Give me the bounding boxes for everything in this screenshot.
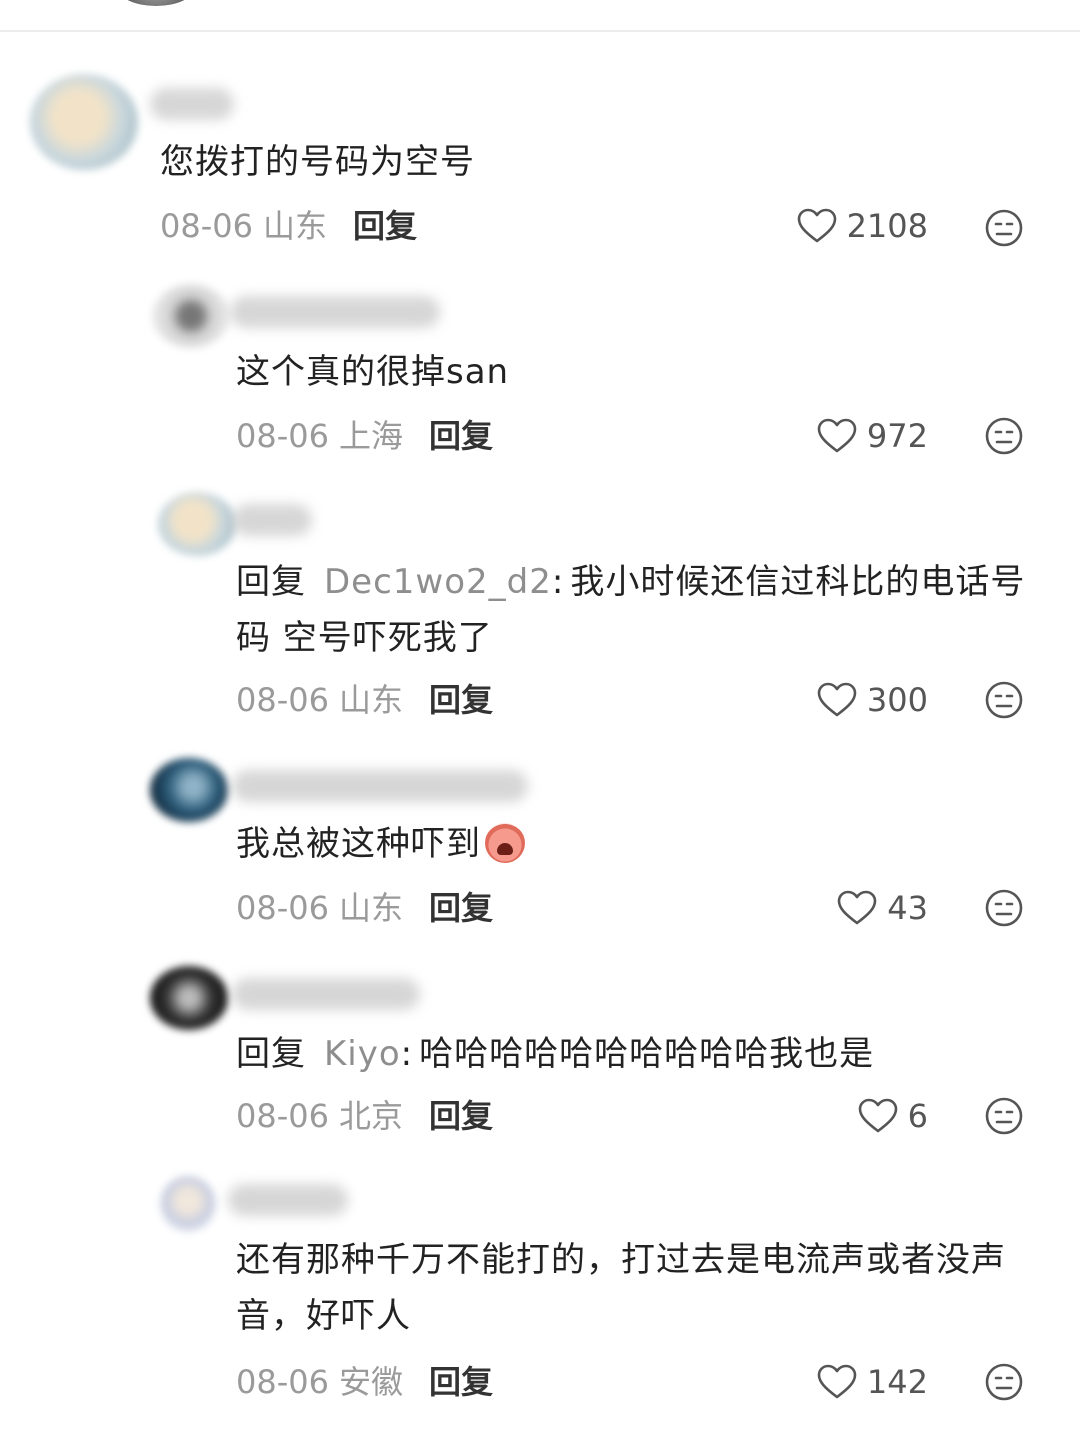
comment-text: 我总被这种吓到 — [236, 816, 525, 872]
comment-region: 上海 — [338, 417, 403, 455]
scared-face-emoji-icon — [485, 823, 525, 863]
comment-text-body: 哈哈哈哈哈哈哈哈哈哈我也是 — [419, 1034, 875, 1074]
like-button[interactable]: 300 — [817, 678, 928, 722]
dislike-face-icon[interactable] — [984, 208, 1024, 248]
reply-prefix: 回复 — [236, 1034, 306, 1074]
comment-text: 回复 Dec1wo2_d2: 我小时候还信过科比的电话号 — [236, 554, 1056, 610]
avatar[interactable] — [150, 966, 228, 1030]
comment-text-body: 我总被这种吓到 — [236, 824, 481, 864]
comment-region: 山东 — [338, 889, 403, 927]
username[interactable] — [232, 978, 420, 1010]
reply-button[interactable]: 回复 — [429, 1094, 493, 1138]
like-count: 43 — [887, 889, 928, 927]
reply-button[interactable]: 回复 — [429, 1360, 493, 1404]
avatar[interactable] — [158, 492, 236, 556]
comment-text: 这个真的很掉san — [236, 352, 510, 392]
dislike-face-icon[interactable] — [984, 416, 1024, 456]
reply-colon: : — [551, 562, 565, 602]
top-divider — [0, 30, 1080, 32]
comment-region: 北京 — [338, 1097, 403, 1135]
heart-icon — [858, 1098, 897, 1133]
username[interactable] — [150, 88, 234, 120]
comment-region: 山东 — [262, 207, 327, 245]
username[interactable] — [232, 504, 312, 536]
reply-button[interactable]: 回复 — [429, 886, 493, 930]
username[interactable] — [230, 296, 440, 328]
reply-button[interactable]: 回复 — [353, 204, 417, 248]
dislike-face-icon[interactable] — [984, 1362, 1024, 1402]
reply-prefix: 回复 — [236, 562, 306, 602]
comment-text: 回复 Kiyo: 哈哈哈哈哈哈哈哈哈哈我也是 — [236, 1026, 874, 1082]
heart-icon — [837, 890, 877, 925]
comment-meta: 08-06 上海 回复 — [236, 414, 493, 458]
like-count: 6 — [907, 1097, 928, 1135]
heart-icon — [817, 418, 857, 453]
like-button[interactable]: 142 — [817, 1360, 928, 1404]
like-button[interactable]: 2108 — [797, 204, 928, 248]
like-count: 2108 — [846, 207, 928, 245]
like-count: 972 — [866, 417, 928, 455]
comment-date: 08-06 — [236, 1097, 329, 1135]
top-avatar — [118, 0, 194, 6]
comment-meta: 08-06 山东 回复 — [236, 678, 493, 722]
comment-region: 安徽 — [338, 1363, 403, 1401]
comment-meta: 08-06 北京 回复 — [236, 1094, 493, 1138]
like-count: 142 — [866, 1363, 928, 1401]
comment-meta: 08-06 山东 回复 — [160, 204, 417, 248]
comment-text: 您拨打的号码为空号 — [160, 142, 475, 182]
dislike-face-icon[interactable] — [984, 1096, 1024, 1136]
heart-icon — [817, 1364, 857, 1399]
comment-text: 还有那种千万不能打的，打过去是电流声或者没声 — [236, 1240, 1006, 1280]
comment-meta: 08-06 山东 回复 — [236, 886, 493, 930]
heart-icon — [817, 682, 857, 717]
dislike-face-icon[interactable] — [984, 680, 1024, 720]
reply-button[interactable]: 回复 — [429, 414, 493, 458]
avatar[interactable] — [152, 284, 230, 348]
comment-date: 08-06 — [236, 417, 329, 455]
comment-date: 08-06 — [236, 681, 329, 719]
comment-meta: 08-06 安徽 回复 — [236, 1360, 493, 1404]
dislike-face-icon[interactable] — [984, 888, 1024, 928]
like-button[interactable]: 6 — [858, 1094, 928, 1138]
avatar[interactable] — [160, 1176, 216, 1232]
avatar[interactable] — [30, 74, 138, 170]
comment-date: 08-06 — [236, 889, 329, 927]
comment-text-line2: 音，好吓人 — [236, 1296, 411, 1336]
comment-region: 山东 — [338, 681, 403, 719]
like-count: 300 — [866, 681, 928, 719]
comment-date: 08-06 — [160, 207, 253, 245]
comment-date: 08-06 — [236, 1363, 329, 1401]
reply-button[interactable]: 回复 — [429, 678, 493, 722]
reply-colon: : — [400, 1034, 414, 1074]
heart-icon — [797, 208, 836, 243]
like-button[interactable]: 972 — [817, 414, 928, 458]
reply-target-name[interactable]: Dec1wo2_d2 — [324, 562, 552, 602]
like-button[interactable]: 43 — [837, 886, 928, 930]
username[interactable] — [228, 1184, 348, 1216]
username[interactable] — [232, 770, 528, 802]
avatar[interactable] — [150, 758, 228, 822]
comment-text-line2: 码 空号吓死我了 — [236, 618, 493, 658]
reply-target-name[interactable]: Kiyo — [324, 1034, 401, 1074]
comment-text-line1: 我小时候还信过科比的电话号 — [570, 562, 1026, 602]
